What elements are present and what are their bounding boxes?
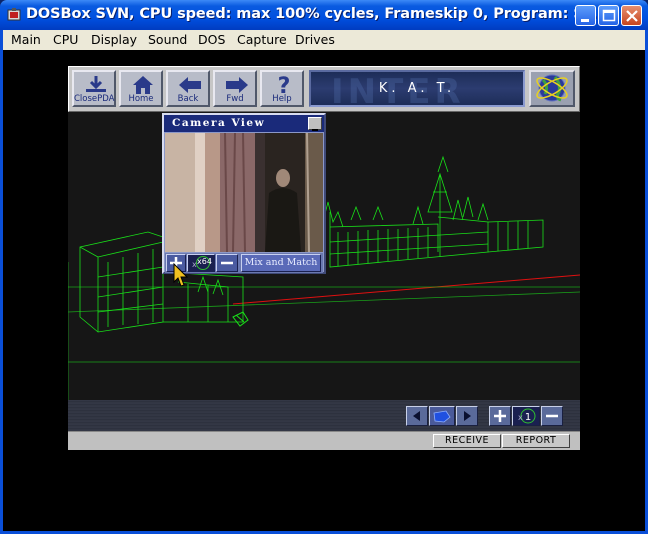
camera-zoom-indicator: x x64 — [187, 254, 215, 272]
kat-label: K. A. T. — [378, 81, 456, 96]
menu-dos[interactable]: DOS — [198, 32, 225, 47]
home-button[interactable]: Home — [119, 70, 163, 107]
title-bar[interactable]: DOSBox SVN, CPU speed: max 100% cycles, … — [0, 0, 648, 30]
menu-bar: Main CPU Display Sound DOS Capture Drive… — [3, 30, 645, 50]
wireframe-object — [232, 311, 249, 327]
receive-button[interactable]: RECEIVE — [433, 434, 501, 448]
menu-drives[interactable]: Drives — [295, 32, 335, 47]
pda-toolbar: ClosePDA Home Back Fwd ? Help INTER K. A… — [68, 66, 580, 112]
wireframe-parliament — [322, 155, 544, 268]
view-zoom-in-button[interactable] — [489, 406, 511, 426]
view-zoom-indicator: 1x — [512, 406, 540, 426]
kat-display: INTER K. A. T. — [309, 70, 525, 107]
menu-main[interactable]: Main — [11, 32, 41, 47]
globe-icon — [536, 74, 568, 102]
camera-view-title: Camera View — [172, 117, 266, 129]
close-button[interactable] — [621, 5, 642, 26]
help-icon: ? — [278, 74, 291, 96]
window-title: DOSBox SVN, CPU speed: max 100% cycles, … — [26, 6, 608, 22]
close-pda-label: ClosePDA — [74, 94, 115, 104]
help-button[interactable]: ? Help — [260, 70, 304, 107]
camera-zoom-level: x64 — [197, 257, 212, 266]
svg-text:x: x — [518, 413, 523, 422]
mouse-pointer-icon — [173, 262, 189, 287]
menu-capture[interactable]: Capture — [237, 32, 287, 47]
forward-arrow-icon — [226, 77, 248, 93]
camera-feed-image — [165, 133, 323, 252]
camera-view-minimize-button[interactable] — [308, 117, 322, 131]
back-arrow-icon — [179, 77, 201, 93]
rotate-left-button[interactable] — [406, 406, 428, 426]
minimize-icon — [581, 19, 589, 22]
triangle-right-icon — [464, 411, 471, 421]
camera-feed-scene — [165, 133, 323, 252]
forward-button[interactable]: Fwd — [213, 70, 257, 107]
laser-beam — [232, 274, 580, 305]
svg-text:1: 1 — [525, 412, 531, 423]
home-icon — [133, 76, 153, 94]
menu-sound[interactable]: Sound — [148, 32, 187, 47]
camera-select-button[interactable] — [429, 406, 455, 426]
zoom-dial-icon: 1x — [518, 408, 536, 424]
dosbox-window: DOSBox SVN, CPU speed: max 100% cycles, … — [0, 0, 648, 534]
home-label: Home — [128, 94, 154, 104]
minus-icon — [546, 414, 558, 418]
minimize-icon — [312, 129, 318, 131]
menu-display[interactable]: Display — [91, 32, 137, 47]
triangle-left-icon — [413, 411, 420, 421]
dosbox-app-icon — [7, 8, 21, 21]
camera-view-panel[interactable]: Camera View x x64 Mix and Match — [162, 113, 326, 274]
close-pda-button[interactable]: ClosePDA — [72, 70, 116, 107]
help-label: Help — [272, 94, 292, 104]
ground-line — [68, 291, 580, 313]
camera-icon — [433, 410, 451, 423]
maximize-button[interactable] — [598, 5, 619, 26]
view-zoom-out-button[interactable] — [541, 406, 563, 426]
camera-view-titlebar[interactable]: Camera View — [164, 115, 324, 132]
mix-and-match-button[interactable]: Mix and Match — [241, 254, 321, 272]
back-button[interactable]: Back — [166, 70, 210, 107]
close-pda-icon — [86, 76, 106, 92]
navigation-strip: 1x — [68, 400, 580, 431]
maximize-icon — [602, 9, 616, 22]
plus-icon — [494, 410, 506, 422]
camera-zoom-out-button[interactable] — [216, 254, 238, 272]
forward-label: Fwd — [226, 94, 244, 104]
report-button[interactable]: REPORT — [502, 434, 570, 448]
status-strip: RECEIVE REPORT — [68, 431, 580, 450]
minimize-button[interactable] — [575, 5, 596, 26]
globe-button[interactable] — [529, 70, 575, 107]
close-icon — [626, 10, 638, 22]
back-label: Back — [177, 94, 199, 104]
minus-icon — [221, 261, 233, 265]
rotate-right-button[interactable] — [456, 406, 478, 426]
menu-cpu[interactable]: CPU — [53, 32, 78, 47]
svg-text:?: ? — [278, 74, 291, 96]
